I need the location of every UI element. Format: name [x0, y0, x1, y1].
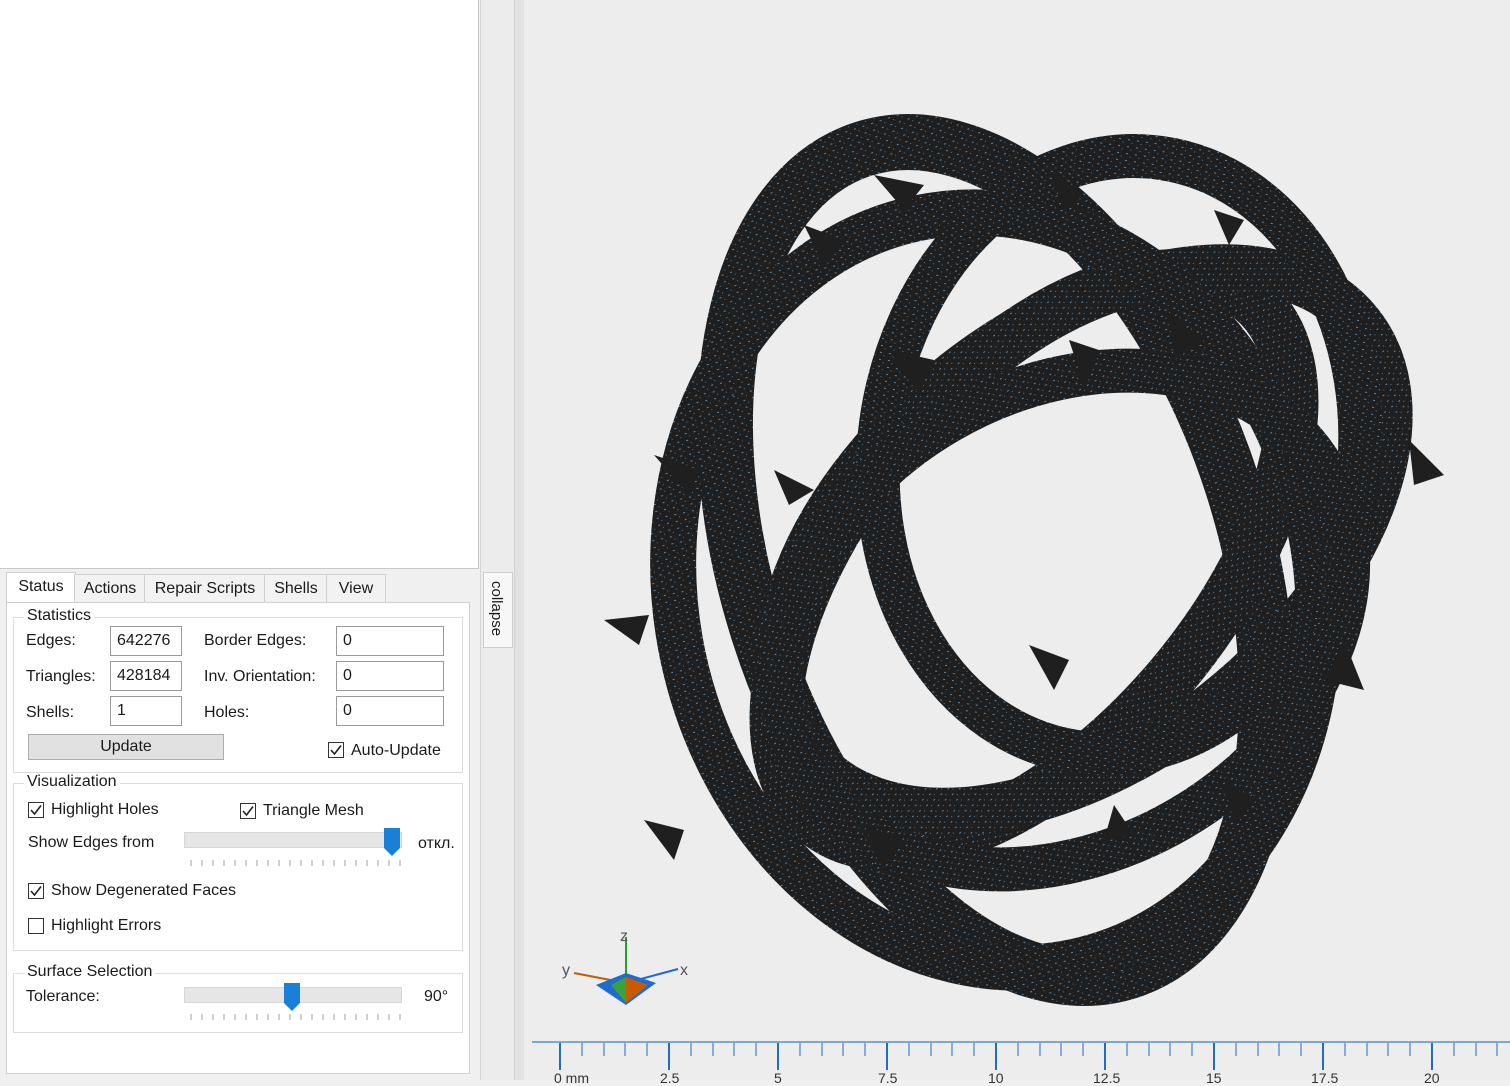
axis-y-label: y	[562, 962, 570, 979]
tab-actions[interactable]: Actions	[74, 574, 146, 603]
tolerance-slider-thumb[interactable]	[284, 983, 300, 1011]
inv-orientation-field[interactable]: 0	[336, 661, 444, 691]
highlight-errors-label: Highlight Errors	[51, 917, 162, 934]
collapse-button[interactable]: collapse	[483, 572, 513, 648]
visualization-title: Visualization	[24, 773, 120, 791]
tab-repair-scripts[interactable]: Repair Scripts	[144, 574, 266, 603]
degenerated-faces-label: Show Degenerated Faces	[51, 882, 236, 899]
inv-orientation-label: Inv. Orientation:	[204, 668, 316, 685]
surface-selection-group: Surface Selection Tolerance: 90°	[13, 963, 463, 1033]
show-edges-slider-track[interactable]	[184, 832, 402, 848]
ruler-label-1: 2.5	[660, 1070, 680, 1086]
surface-selection-title: Surface Selection	[24, 963, 156, 981]
ruler: 0 mm 2.5 5 7.5 10 12.5 15 17.5 20	[532, 1040, 1510, 1086]
triangle-mesh-label: Triangle Mesh	[263, 802, 364, 819]
show-edges-label: Show Edges from	[28, 834, 155, 851]
axis-x-label: x	[680, 962, 688, 979]
checkmark-icon	[30, 805, 42, 816]
triangle-mesh-checkbox[interactable]	[240, 803, 256, 819]
tolerance-value: 90°	[424, 988, 449, 1005]
collapse-label: collapse	[488, 581, 505, 637]
border-edges-field[interactable]: 0	[336, 626, 444, 656]
ruler-label-7: 17.5	[1311, 1070, 1339, 1086]
tolerance-ticks	[190, 1014, 401, 1020]
show-edges-slider-thumb[interactable]	[384, 828, 400, 856]
ruler-label-8: 20	[1424, 1070, 1440, 1086]
highlight-errors-checkbox[interactable]	[28, 918, 44, 934]
border-edges-label: Border Edges:	[204, 632, 307, 649]
highlight-holes-label: Highlight Holes	[51, 801, 159, 818]
show-edges-ticks	[190, 860, 401, 866]
auto-update-label: Auto-Update	[351, 742, 441, 759]
axis-z-label: z	[620, 928, 628, 945]
highlight-holes-checkbox[interactable]	[28, 802, 44, 818]
holes-field[interactable]: 0	[336, 696, 444, 726]
edges-field[interactable]: 642276	[110, 626, 182, 656]
degenerated-faces-checkbox[interactable]	[28, 883, 44, 899]
ruler-label-0: 0 mm	[554, 1070, 589, 1086]
tab-status[interactable]: Status	[6, 572, 76, 603]
triangles-label: Triangles:	[26, 668, 96, 685]
triangles-field[interactable]: 428184	[110, 661, 182, 691]
side-strip	[480, 0, 515, 1080]
object-tree-pane[interactable]	[0, 0, 479, 569]
crown-of-thorns-mesh	[604, 114, 1444, 1006]
show-edges-value: откл.	[418, 835, 455, 852]
status-panel: Statistics Edges: 642276 Triangles: 4281…	[6, 602, 470, 1074]
auto-update-checkbox[interactable]	[328, 742, 344, 758]
visualization-group: Visualization Highlight Holes Triangle M…	[13, 773, 463, 951]
tab-view[interactable]: View	[326, 574, 386, 603]
statistics-title: Statistics	[24, 607, 95, 625]
holes-label: Holes:	[204, 704, 250, 721]
update-button[interactable]: Update	[28, 734, 224, 760]
statistics-group: Statistics Edges: 642276 Triangles: 4281…	[13, 607, 463, 773]
shells-label: Shells:	[26, 704, 75, 721]
checkmark-icon	[30, 886, 42, 897]
edges-label: Edges:	[26, 632, 76, 649]
checkmark-icon	[330, 745, 342, 756]
ruler-label-4: 10	[988, 1070, 1004, 1086]
tab-shells[interactable]: Shells	[264, 574, 328, 603]
ruler-label-3: 7.5	[878, 1070, 898, 1086]
3d-viewport[interactable]: z y x	[524, 0, 1510, 1080]
shells-field[interactable]: 1	[110, 696, 182, 726]
checkmark-icon	[242, 806, 254, 817]
ruler-label-6: 15	[1206, 1070, 1222, 1086]
tolerance-label: Tolerance:	[26, 988, 100, 1005]
ruler-label-5: 12.5	[1093, 1070, 1121, 1086]
ruler-label-2: 5	[774, 1070, 782, 1086]
